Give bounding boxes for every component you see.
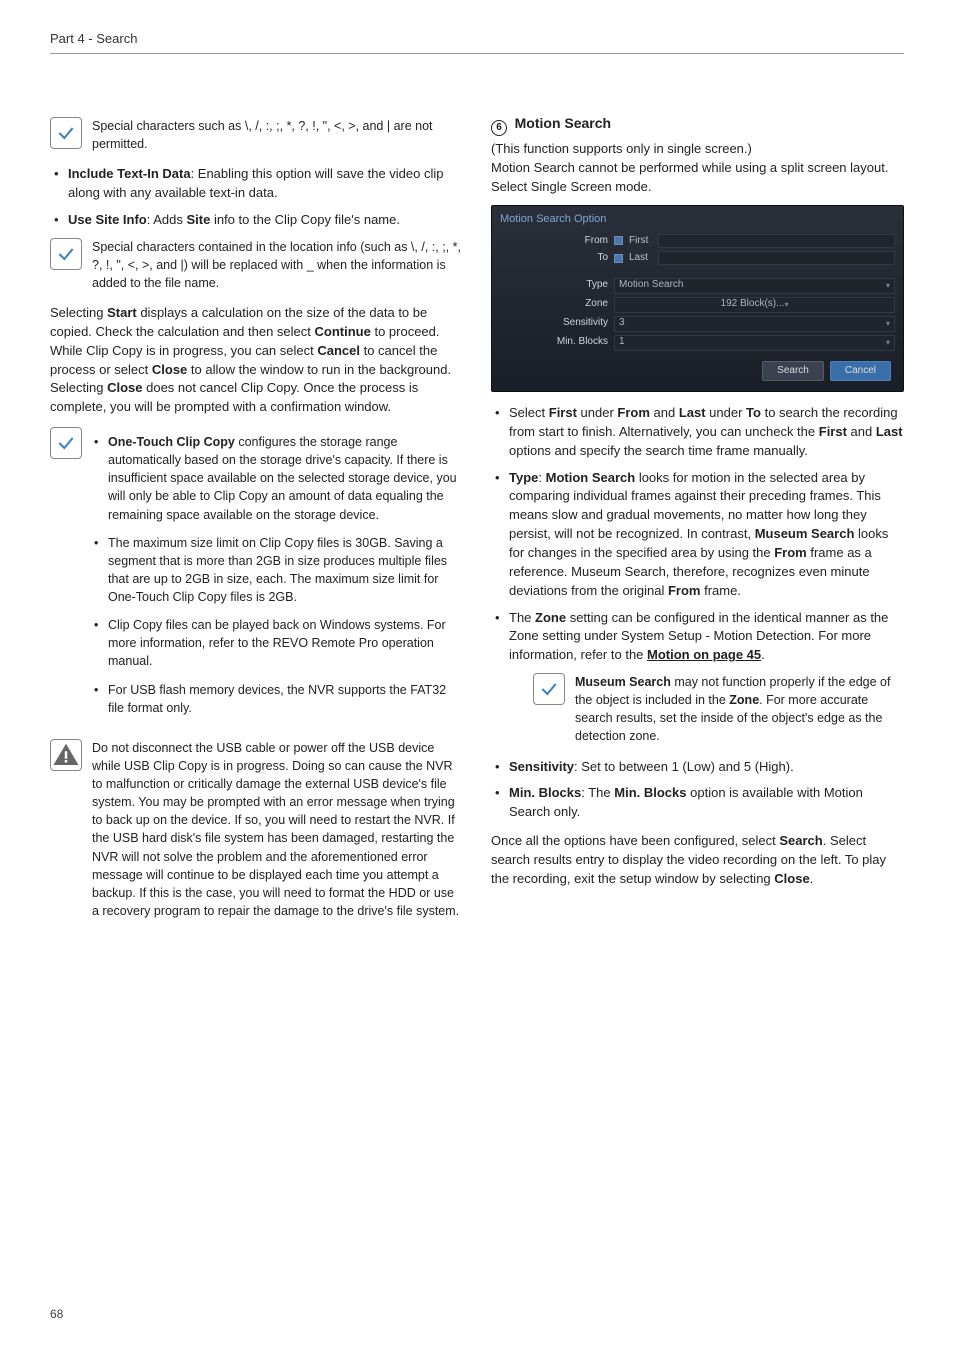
- type-label: Type: [550, 278, 608, 293]
- check-icon: [50, 238, 82, 270]
- list-item: Min. Blocks: The Min. Blocks option is a…: [491, 784, 904, 822]
- from-label: From: [550, 234, 608, 249]
- list-item: Use Site Info: Adds Site info to the Cli…: [50, 211, 463, 230]
- warning-usb: Do not disconnect the USB cable or power…: [50, 739, 463, 920]
- sensitivity-label: Sensitivity: [550, 316, 608, 331]
- intro-line-2: Motion Search cannot be performed while …: [491, 159, 904, 197]
- note-museum-search: Museum Search may not function properly …: [491, 673, 904, 746]
- dialog-title: Motion Search Option: [500, 212, 895, 228]
- search-button[interactable]: Search: [762, 361, 824, 382]
- list-item: Type: Motion Search looks for motion in …: [491, 469, 904, 601]
- check-icon: [533, 673, 565, 705]
- min-blocks-dropdown[interactable]: 1: [614, 335, 895, 351]
- note-text: One-Touch Clip Copy configures the stora…: [92, 427, 463, 727]
- check-icon: [50, 427, 82, 459]
- link-motion-page-45[interactable]: Motion on page 45: [647, 647, 761, 662]
- list-item: One-Touch Clip Copy configures the stora…: [92, 433, 463, 524]
- min-blocks-label: Min. Blocks: [550, 335, 608, 350]
- warning-icon: [50, 739, 82, 771]
- to-label: To: [550, 251, 608, 266]
- zone-dropdown[interactable]: 192 Block(s)...: [614, 297, 895, 313]
- note-special-chars-2: Special characters contained in the loca…: [50, 238, 463, 292]
- first-checkbox[interactable]: [614, 236, 623, 245]
- paragraph-start: Selecting Start displays a calculation o…: [50, 304, 463, 417]
- section-number: 6: [491, 120, 507, 136]
- from-field[interactable]: [658, 234, 895, 248]
- paragraph-search-close: Once all the options have been configure…: [491, 832, 904, 889]
- check-icon: [50, 117, 82, 149]
- cancel-button[interactable]: Cancel: [830, 361, 891, 382]
- note-special-chars-1: Special characters such as \, /, :, ;, *…: [50, 117, 463, 153]
- right-column: 6 Motion Search (This function supports …: [491, 109, 904, 932]
- motion-search-options-list-2: Sensitivity: Set to between 1 (Low) and …: [491, 758, 904, 823]
- list-item: Clip Copy files can be played back on Wi…: [92, 616, 463, 670]
- options-list-1: Include Text-In Data: Enabling this opti…: [50, 165, 463, 230]
- sensitivity-dropdown[interactable]: 3: [614, 316, 895, 332]
- list-item: The maximum size limit on Clip Copy file…: [92, 534, 463, 607]
- page-number: 68: [50, 1306, 63, 1323]
- motion-search-screenshot: Motion Search Option From First To Last …: [491, 205, 904, 392]
- zone-label: Zone: [550, 297, 608, 312]
- list-item: Sensitivity: Set to between 1 (Low) and …: [491, 758, 904, 777]
- last-label: Last: [629, 251, 648, 266]
- to-field[interactable]: [658, 251, 895, 265]
- motion-search-options-list: Select First under From and Last under T…: [491, 404, 904, 665]
- list-item: For USB flash memory devices, the NVR su…: [92, 681, 463, 717]
- section-title: Motion Search: [515, 115, 611, 131]
- left-column: Special characters such as \, /, :, ;, *…: [50, 109, 463, 932]
- note-text: Special characters such as \, /, :, ;, *…: [92, 117, 463, 153]
- page-header: Part 4 - Search: [50, 30, 904, 54]
- note-text: Do not disconnect the USB cable or power…: [92, 739, 463, 920]
- note-text: Museum Search may not function properly …: [575, 673, 904, 746]
- section-heading: 6 Motion Search: [491, 113, 904, 136]
- note-text: Special characters contained in the loca…: [92, 238, 463, 292]
- content-columns: Special characters such as \, /, :, ;, *…: [50, 109, 904, 932]
- type-dropdown[interactable]: Motion Search: [614, 278, 895, 294]
- last-checkbox[interactable]: [614, 254, 623, 263]
- intro-line-1: (This function supports only in single s…: [491, 140, 904, 159]
- first-label: First: [629, 234, 648, 249]
- note-one-touch: One-Touch Clip Copy configures the stora…: [50, 427, 463, 727]
- list-item: Include Text-In Data: Enabling this opti…: [50, 165, 463, 203]
- list-item: Select First under From and Last under T…: [491, 404, 904, 461]
- list-item: The Zone setting can be configured in th…: [491, 609, 904, 666]
